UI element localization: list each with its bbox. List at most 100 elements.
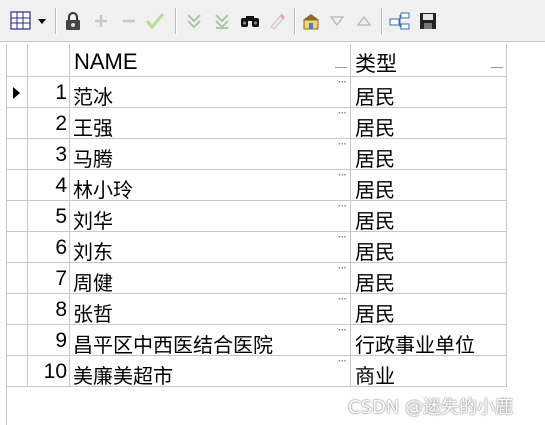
name-value: 林小玲 (73, 178, 133, 202)
type-value: 居民 (355, 85, 395, 109)
row-number-label: 1 (55, 81, 67, 104)
row-indicator[interactable] (6, 170, 28, 201)
name-cell[interactable]: 美廉美超市 ··· (70, 354, 351, 388)
name-value: 王强 (73, 116, 113, 140)
column-header-type[interactable]: 类型 (351, 44, 507, 77)
row-number: 4 (28, 170, 70, 201)
row-number-label: 7 (55, 267, 67, 290)
row-number-label: 8 (55, 298, 67, 321)
name-cell[interactable]: 王强 ··· (70, 106, 351, 140)
name-value: 范冰 (73, 85, 113, 109)
name-cell[interactable]: 马腾 ··· (70, 137, 351, 171)
row-number-label: 5 (55, 205, 67, 228)
row-indicator[interactable] (6, 139, 28, 170)
sort-descending-icon[interactable] (326, 9, 348, 33)
column-header-name[interactable]: NAME (70, 44, 351, 77)
filter-icon[interactable] (183, 9, 205, 33)
table-row[interactable]: 5 刘华 ··· 居民 (6, 199, 507, 233)
table-row[interactable]: 4 林小玲 ··· 居民 (6, 168, 507, 202)
name-cell[interactable]: 周健 ··· (70, 261, 351, 295)
toolbar (0, 0, 545, 42)
row-number-label: 6 (55, 236, 67, 259)
ellipsis-icon[interactable]: ··· (338, 168, 348, 182)
save-icon[interactable] (416, 9, 440, 33)
type-cell[interactable]: 行政事业单位 (351, 325, 507, 357)
column-header-name-label: NAME (74, 49, 138, 74)
table-row[interactable]: 8 张哲 ··· 居民 (6, 292, 507, 326)
type-value: 居民 (355, 271, 395, 295)
type-cell[interactable]: 居民 (351, 263, 507, 295)
remove-icon[interactable] (118, 9, 140, 33)
edit-icon[interactable] (266, 9, 288, 33)
type-value: 居民 (355, 147, 395, 171)
sort-ascending-icon[interactable] (353, 9, 375, 33)
dropdown-icon[interactable] (35, 9, 49, 33)
type-value: 居民 (355, 178, 395, 202)
row-indicator[interactable] (6, 356, 28, 387)
column-resize-mark[interactable] (335, 67, 347, 68)
ellipsis-icon[interactable]: ··· (338, 354, 348, 368)
type-value: 居民 (355, 116, 395, 140)
ellipsis-icon[interactable]: ··· (338, 137, 348, 151)
row-number: 2 (28, 108, 70, 139)
row-indicator[interactable] (6, 201, 28, 232)
ellipsis-icon[interactable]: ··· (338, 230, 348, 244)
lock-icon[interactable] (62, 9, 84, 33)
query-icon[interactable] (388, 9, 412, 33)
type-cell[interactable]: 居民 (351, 108, 507, 140)
name-value: 昌平区中西医结合医院 (73, 333, 273, 357)
row-number: 6 (28, 232, 70, 263)
name-cell[interactable]: 张哲 ··· (70, 292, 351, 326)
ellipsis-icon[interactable]: ··· (338, 261, 348, 275)
row-indicator[interactable] (6, 108, 28, 139)
type-cell[interactable]: 居民 (351, 232, 507, 264)
name-cell[interactable]: 刘东 ··· (70, 230, 351, 264)
ellipsis-icon[interactable]: ··· (338, 199, 348, 213)
check-icon[interactable] (144, 9, 166, 33)
type-cell[interactable]: 商业 (351, 356, 507, 388)
row-number-label: 9 (55, 329, 67, 352)
row-number-label: 3 (55, 143, 67, 166)
row-indicator[interactable] (6, 263, 28, 294)
ellipsis-icon[interactable]: ··· (338, 323, 348, 337)
type-cell[interactable]: 居民 (351, 294, 507, 326)
column-resize-mark[interactable] (491, 67, 503, 68)
type-cell[interactable]: 居民 (351, 139, 507, 171)
name-value: 美廉美超市 (73, 364, 173, 388)
type-value: 居民 (355, 302, 395, 326)
name-value: 张哲 (73, 302, 113, 326)
name-cell[interactable]: 昌平区中西医结合医院 ··· (70, 323, 351, 357)
row-number: 1 (28, 77, 70, 108)
row-indicator[interactable] (6, 232, 28, 263)
table-row[interactable]: 9 昌平区中西医结合医院 ··· 行政事业单位 (6, 323, 507, 357)
table-row[interactable]: 1 范冰 ··· 居民 (6, 75, 507, 109)
current-row-arrow-icon (13, 87, 20, 99)
type-cell[interactable]: 居民 (351, 201, 507, 233)
grid-view-icon[interactable] (8, 9, 34, 33)
name-value: 刘华 (73, 209, 113, 233)
name-cell[interactable]: 林小玲 ··· (70, 168, 351, 202)
add-icon[interactable] (90, 9, 112, 33)
table-row[interactable]: 6 刘东 ··· 居民 (6, 230, 507, 264)
table-row[interactable]: 10 美廉美超市 ··· 商业 (6, 354, 507, 388)
row-indicator[interactable] (6, 77, 28, 108)
find-icon[interactable] (239, 9, 261, 33)
ellipsis-icon[interactable]: ··· (338, 75, 348, 89)
grid-left-border (6, 44, 7, 425)
name-cell[interactable]: 范冰 ··· (70, 75, 351, 109)
name-value: 周健 (73, 271, 113, 295)
type-cell[interactable]: 居民 (351, 77, 507, 109)
type-value: 商业 (355, 364, 395, 388)
type-cell[interactable]: 居民 (351, 170, 507, 202)
table-row[interactable]: 2 王强 ··· 居民 (6, 106, 507, 140)
table-row[interactable]: 7 周健 ··· 居民 (6, 261, 507, 295)
row-indicator[interactable] (6, 325, 28, 356)
row-number: 10 (28, 356, 70, 387)
table-row[interactable]: 3 马腾 ··· 居民 (6, 137, 507, 171)
refresh-icon[interactable] (299, 9, 323, 33)
clear-filter-icon[interactable] (211, 9, 233, 33)
row-indicator[interactable] (6, 294, 28, 325)
ellipsis-icon[interactable]: ··· (338, 292, 348, 306)
name-cell[interactable]: 刘华 ··· (70, 199, 351, 233)
ellipsis-icon[interactable]: ··· (338, 106, 348, 120)
